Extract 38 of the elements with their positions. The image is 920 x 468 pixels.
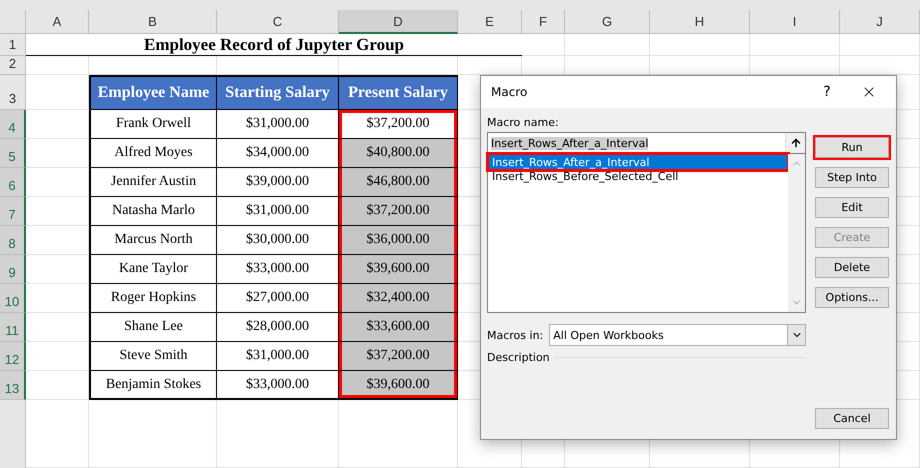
macros-in-label: Macros in: xyxy=(487,328,544,342)
description-label: Description xyxy=(487,351,550,364)
table-cell: $37,200.00 xyxy=(339,110,458,139)
table-cell: $33,000.00 xyxy=(217,371,339,400)
table-cell: $37,200.00 xyxy=(339,197,458,226)
table-cell: $31,000.00 xyxy=(217,342,339,371)
table-cell: $28,000.00 xyxy=(217,313,339,342)
table-cell: $36,000.00 xyxy=(339,226,458,255)
header-cell: Present Salary xyxy=(339,75,458,110)
table-cell: $39,600.00 xyxy=(339,255,458,284)
table-cell: Natasha Marlo xyxy=(89,197,217,226)
table-cell: Jennifer Austin xyxy=(89,168,217,197)
table-cell: $33,000.00 xyxy=(217,255,339,284)
table-cell: $27,000.00 xyxy=(217,284,339,313)
table-cell: $37,200.00 xyxy=(339,342,458,371)
dialog-title: Macro xyxy=(491,85,528,99)
table-cell: Frank Orwell xyxy=(89,110,217,139)
table-cell: $31,000.00 xyxy=(217,110,339,139)
table-cell: $39,600.00 xyxy=(339,371,458,400)
header-cell: Starting Salary xyxy=(217,75,339,110)
table-cell: $39,000.00 xyxy=(217,168,339,197)
header-cell: Employee Name xyxy=(89,75,217,110)
table-cell: Marcus North xyxy=(89,226,217,255)
table-cell: Roger Hopkins xyxy=(89,284,217,313)
table-cell: $31,000.00 xyxy=(217,197,339,226)
table-cell: $40,800.00 xyxy=(339,139,458,168)
table-cell: $33,600.00 xyxy=(339,313,458,342)
sheet-title: Employee Record of Jupyter Group xyxy=(26,34,522,56)
macro-name-label: Macro name: xyxy=(487,116,560,129)
table-cell: Benjamin Stokes xyxy=(89,371,217,400)
table-cell: $32,400.00 xyxy=(339,284,458,313)
table-cell: Shane Lee xyxy=(89,313,217,342)
table-cell: Steve Smith xyxy=(89,342,217,371)
table-cell: Kane Taylor xyxy=(89,255,217,284)
table-cell: $30,000.00 xyxy=(217,226,339,255)
table-cell: $46,800.00 xyxy=(339,168,458,197)
table-cell: Alfred Moyes xyxy=(89,139,217,168)
table-cell: $34,000.00 xyxy=(217,139,339,168)
